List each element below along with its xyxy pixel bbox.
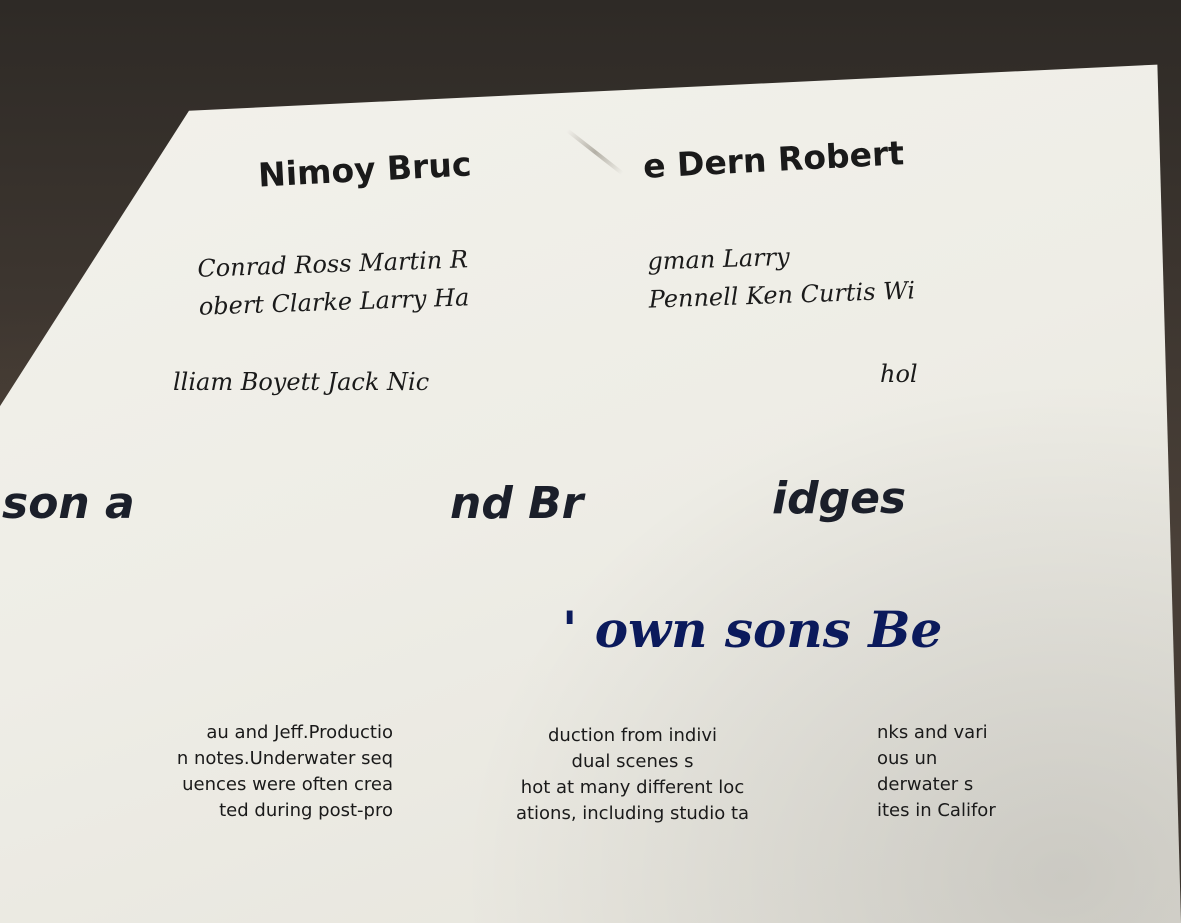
line-conrad: Conrad Ross Martin R obert Clarke Larry … (196, 245, 470, 321)
line-hagman: gman Larry Pennell Ken Curtis Wi (646, 242, 916, 314)
column-1: au and Jeff.Productio n notes.Underwater… (176, 722, 393, 821)
column-2: duction from indivi dual scenes s hot at… (515, 725, 750, 824)
column-3: nks and vari ous un derwater s ites in C… (877, 722, 996, 821)
line-hol: hol (880, 360, 918, 388)
line-own-sons: ' own sons Be (562, 600, 943, 659)
line-idges: idges (772, 473, 907, 524)
line-son-a: son a (2, 478, 135, 529)
line-nd-br: nd Br (450, 478, 584, 529)
line-boyett: lliam Boyett Jack Nic (173, 368, 430, 396)
